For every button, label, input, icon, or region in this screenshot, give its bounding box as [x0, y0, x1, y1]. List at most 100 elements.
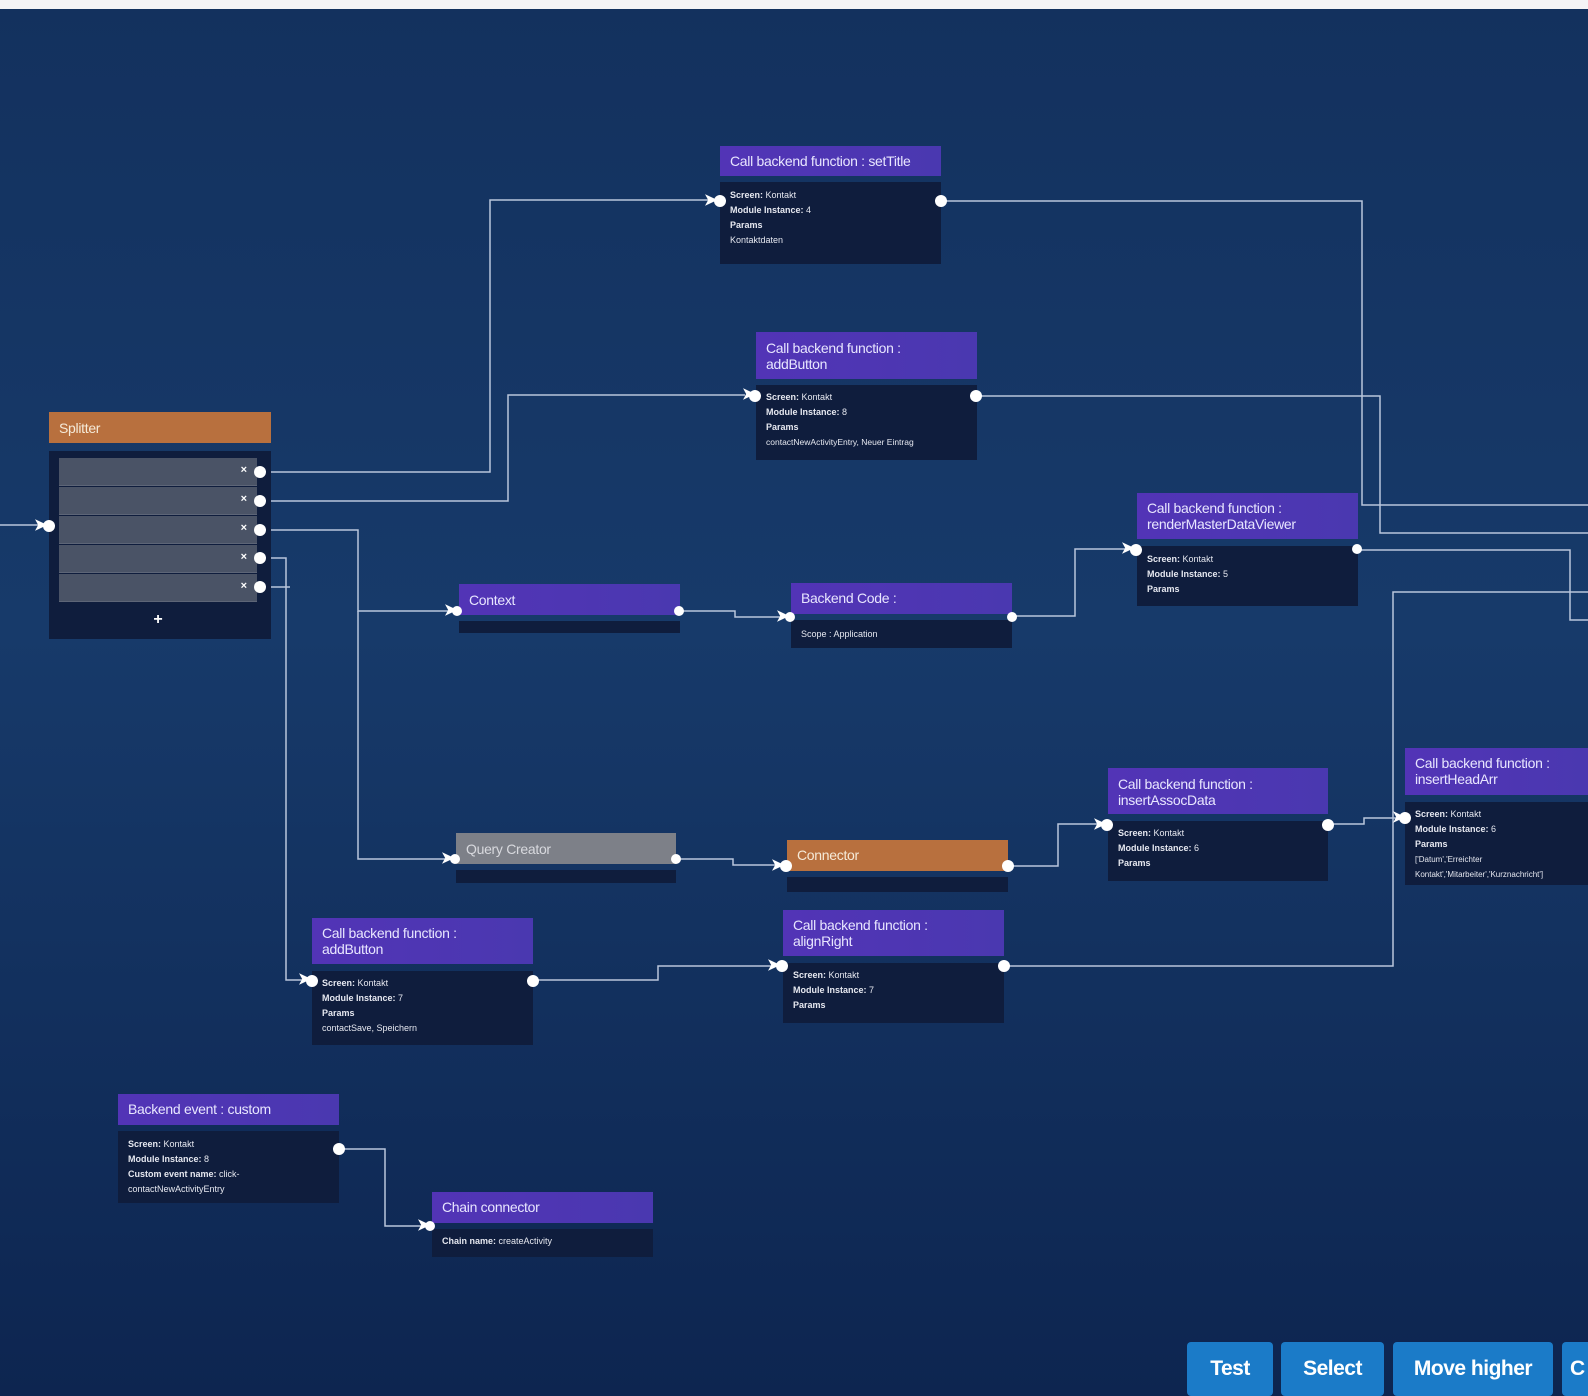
node-set-title[interactable]: Call backend function : setTitle Screen:… [720, 146, 941, 264]
input-port[interactable] [452, 606, 462, 616]
output-port[interactable] [254, 552, 266, 564]
wire-assoc-headarr [1328, 817, 1400, 825]
input-port[interactable] [1399, 812, 1411, 824]
input-port[interactable] [1130, 544, 1142, 556]
splitter-row[interactable]: × [59, 574, 257, 602]
node-body: Screen: Kontakt Module Instance: 7 Param… [312, 971, 533, 1045]
output-port[interactable] [1007, 612, 1017, 622]
node-context[interactable]: Context [459, 584, 680, 633]
output-port[interactable] [998, 960, 1010, 972]
output-port[interactable] [935, 195, 947, 207]
output-port[interactable] [254, 524, 266, 536]
node-body: Screen: Kontakt Module Instance: 6 Param… [1405, 802, 1588, 885]
node-align-right[interactable]: Call backend function : alignRight Screen… [783, 910, 1004, 1023]
node-title: Backend event : custom [118, 1094, 339, 1125]
output-port[interactable] [254, 466, 266, 478]
splitter-row[interactable]: × [59, 458, 257, 486]
remove-icon[interactable]: × [241, 551, 247, 563]
select-button[interactable]: Select [1281, 1342, 1384, 1396]
node-body: Scope : Application [791, 620, 1012, 648]
node-body: Screen: Kontakt Module Instance: 6 Param… [1108, 821, 1328, 881]
node-title: Connector [787, 840, 1008, 871]
node-title: Call backend function : insertAssocData [1108, 768, 1328, 814]
input-port[interactable] [776, 960, 788, 972]
node-splitter[interactable]: Splitter [49, 412, 271, 443]
node-title: Call backend function : addButton [312, 918, 533, 964]
input-port[interactable] [450, 854, 460, 864]
output-port[interactable] [671, 854, 681, 864]
node-query-creator[interactable]: Query Creator [456, 833, 676, 883]
screen-value: Kontakt [765, 190, 797, 200]
node-body: Screen: Kontakt Module Instance: 4 Param… [720, 182, 941, 264]
scope-value: Scope : Application [801, 629, 878, 639]
input-port[interactable] [1101, 819, 1113, 831]
input-port[interactable] [306, 975, 318, 987]
node-backend-event-custom[interactable]: Backend event : custom Screen: Kontakt M… [118, 1094, 339, 1203]
splitter-row[interactable]: × [59, 487, 257, 515]
wire-splitter3-query [357, 611, 451, 860]
splitter-row[interactable]: × [59, 516, 257, 544]
output-port[interactable] [674, 606, 684, 616]
node-title: Call backend function : renderMasterDataV… [1137, 493, 1358, 539]
wire-splitter1-settitle [262, 199, 710, 473]
input-port[interactable] [749, 390, 761, 402]
remove-icon[interactable]: × [241, 464, 247, 476]
move-higher-button[interactable]: Move higher [1393, 1342, 1553, 1396]
node-title: Query Creator [456, 833, 676, 864]
output-port[interactable] [527, 975, 539, 987]
wire-settitle-out [941, 200, 1588, 506]
node-add-button-top[interactable]: Call backend function : addButton Screen:… [756, 332, 977, 460]
input-port[interactable] [714, 195, 726, 207]
wire-query-connector [676, 858, 785, 866]
wire-context-backendcode [680, 610, 785, 618]
node-body: Screen: Kontakt Module Instance: 7 Param… [783, 963, 1004, 1023]
node-render-master-data-viewer[interactable]: Call backend function : renderMasterDataV… [1137, 493, 1358, 606]
node-chain-connector[interactable]: Chain connector Chain name: createActivi… [432, 1192, 653, 1257]
node-body [456, 870, 676, 883]
input-port[interactable] [425, 1221, 435, 1231]
node-add-button-bottom[interactable]: Call backend function : addButton Screen:… [312, 918, 533, 1045]
node-title: Splitter [49, 412, 271, 443]
node-backend-code[interactable]: Backend Code : Scope : Application [791, 583, 1012, 648]
node-title: Context [459, 584, 680, 615]
output-port[interactable] [333, 1143, 345, 1155]
node-body [787, 877, 1008, 892]
test-button[interactable]: Test [1187, 1342, 1273, 1396]
wire-backendcode-render [1012, 548, 1130, 617]
wire-connector-assoc [1007, 823, 1105, 867]
output-port[interactable] [1352, 544, 1362, 554]
module-value: 4 [806, 205, 812, 215]
wire-splitter2-addbutton [262, 394, 745, 502]
node-body: Screen: Kontakt Module Instance: 8 Param… [756, 385, 977, 460]
splitter-row[interactable]: × [59, 545, 257, 573]
node-insert-assoc-data[interactable]: Call backend function : insertAssocData S… [1108, 768, 1328, 881]
node-body: Screen: Kontakt Module Instance: 8 Custo… [118, 1131, 339, 1203]
wire-addbottom-align [534, 965, 782, 981]
screen-label: Screen: [730, 190, 764, 200]
input-port[interactable] [780, 860, 792, 872]
remove-icon[interactable]: × [241, 522, 247, 534]
remove-icon[interactable]: × [241, 580, 247, 592]
output-port[interactable] [254, 581, 266, 593]
remove-icon[interactable]: × [241, 493, 247, 505]
input-port[interactable] [43, 520, 55, 532]
params-label: Params [730, 220, 763, 230]
output-port[interactable] [254, 495, 266, 507]
wire-event-chain [339, 1148, 432, 1227]
output-port[interactable] [1002, 860, 1014, 872]
input-port[interactable] [785, 612, 795, 622]
partial-button[interactable]: C [1562, 1342, 1588, 1396]
node-title: Call backend function : insertHeadArr [1405, 748, 1588, 795]
node-body: Chain name: createActivity [432, 1229, 653, 1257]
node-title: Call backend function : addButton [756, 332, 977, 379]
node-title: Backend Code : [791, 583, 1012, 614]
output-port[interactable] [970, 390, 982, 402]
node-body: Screen: Kontakt Module Instance: 5 Param… [1137, 546, 1358, 606]
node-insert-head-arr[interactable]: Call backend function : insertHeadArr Scr… [1405, 748, 1588, 885]
node-connector[interactable]: Connector [787, 840, 1008, 892]
module-label: Module Instance: [730, 205, 804, 215]
splitter-outputs: × × × × × + [49, 451, 271, 639]
params-value: Kontaktdaten [730, 235, 784, 245]
add-output-icon[interactable]: + [49, 611, 267, 629]
output-port[interactable] [1322, 819, 1334, 831]
